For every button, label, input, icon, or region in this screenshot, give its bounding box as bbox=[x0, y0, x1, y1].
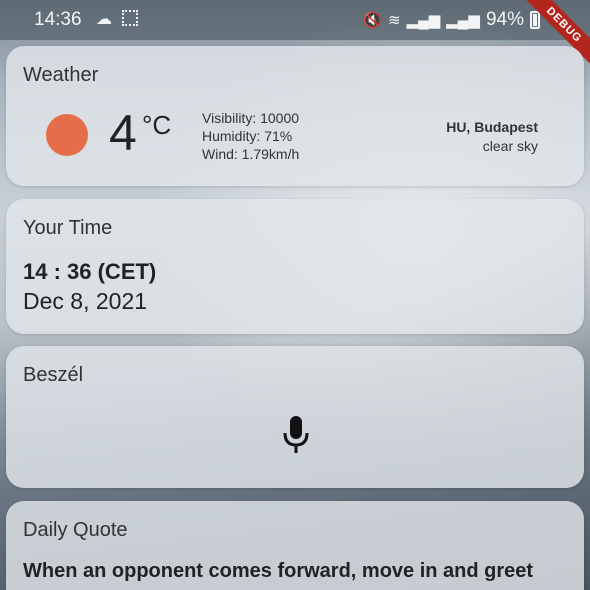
speak-card: Beszél bbox=[6, 346, 584, 488]
clock-time: 14 : 36 (CET) bbox=[23, 259, 157, 284]
sun-icon bbox=[46, 114, 88, 156]
time-card: Your Time 14 : 36 (CET) Dec 8, 2021 bbox=[6, 199, 584, 334]
location-block: HU, Budapest clear sky bbox=[446, 118, 538, 156]
microphone-icon[interactable] bbox=[282, 416, 310, 454]
visibility: Visibility: 10000 bbox=[202, 110, 300, 126]
weather-card: Weather 4 °C Visibility: 10000 Humidity:… bbox=[6, 46, 584, 186]
signal-icon: ▂▄▆ bbox=[446, 12, 480, 29]
screenshot-icon bbox=[122, 10, 138, 26]
temperature-unit: °C bbox=[142, 110, 172, 140]
cloud-icon: ☁ bbox=[96, 11, 112, 28]
wifi-icon: ≋ bbox=[387, 12, 401, 29]
weather-condition: clear sky bbox=[482, 138, 538, 154]
humidity: Humidity: 71% bbox=[202, 128, 293, 144]
quote-text: When an opponent comes forward, move in … bbox=[23, 560, 534, 582]
status-icons: 🔇 ≋ ▂▄▆ ▂▄▆ 94% bbox=[363, 9, 540, 31]
quote-title: Daily Quote bbox=[23, 519, 128, 541]
signal-icon: ▂▄▆ bbox=[406, 12, 441, 29]
speak-title: Beszél bbox=[23, 364, 84, 386]
battery-percent: 94% bbox=[485, 9, 524, 30]
weather-details: Visibility: 10000 Humidity: 71% Wind: 1.… bbox=[202, 109, 299, 163]
mute-icon: 🔇 bbox=[363, 12, 382, 29]
clock-date: Dec 8, 2021 bbox=[23, 288, 148, 314]
quote-card: Daily Quote When an opponent comes forwa… bbox=[6, 501, 584, 590]
weather-title: Weather bbox=[23, 64, 99, 86]
status-bar: 14:36 ☁ 🔇 ≋ ▂▄▆ ▂▄▆ 94% bbox=[0, 0, 590, 40]
status-time: 14:36 bbox=[34, 9, 82, 30]
battery-icon bbox=[530, 11, 540, 29]
temperature: 4 bbox=[109, 105, 137, 161]
location-city: HU, Budapest bbox=[446, 119, 538, 135]
wind: Wind: 1.79km/h bbox=[202, 146, 300, 162]
time-title: Your Time bbox=[23, 217, 113, 239]
